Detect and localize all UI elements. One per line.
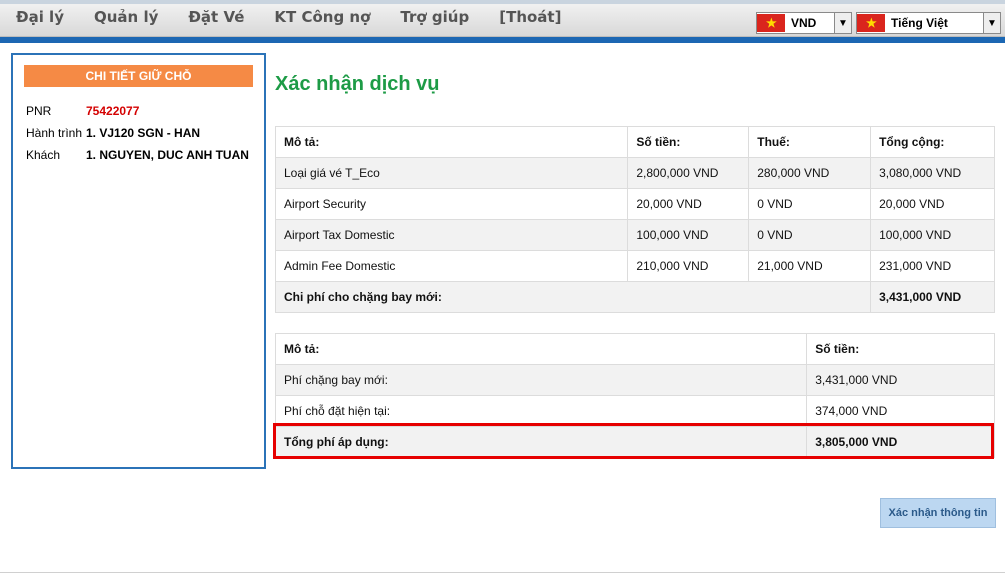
cell-description: Loại giá vé T_Eco — [274, 157, 629, 189]
table-header-row: Mô tả: Số tiền: — [274, 333, 995, 365]
pnr-label: PNR — [26, 104, 52, 118]
nav-logout[interactable]: [Thoát] — [499, 8, 561, 26]
language-value: Tiếng Việt — [891, 16, 948, 30]
cell-amount: 374,000 VND — [806, 395, 995, 427]
table-row: Airport Tax Domestic 100,000 VND 0 VND 1… — [274, 219, 995, 251]
top-menu-bar: Đại lý Quản lý Đặt Vé KT Công nợ Trợ giú… — [0, 0, 1005, 37]
cell-description: Airport Tax Domestic — [274, 219, 629, 251]
table-row: Phí chỗ đặt hiện tại: 374,000 VND — [274, 395, 995, 427]
header-accent-bar — [0, 37, 1005, 43]
header-description: Mô tả: — [274, 126, 629, 158]
cell-amount: 100,000 VND — [627, 219, 750, 251]
cell-tax: 280,000 VND — [748, 157, 872, 189]
cell-description: Airport Security — [274, 188, 629, 220]
nav-agent[interactable]: Đại lý — [16, 8, 64, 26]
vietnam-flag-icon — [757, 14, 785, 32]
route-row: Hành trình 1. VJ120 SGN - HAN — [26, 126, 200, 140]
cell-amount: 2,800,000 VND — [627, 157, 750, 189]
booking-detail-heading: CHI TIẾT GIỮ CHỖ — [24, 65, 253, 87]
passenger-value: 1. NGUYEN, DUC ANH TUAN — [86, 148, 249, 162]
booking-detail-panel: CHI TIẾT GIỮ CHỖ PNR 75422077 Hành trình… — [11, 53, 266, 469]
passenger-row: Khách 1. NGUYEN, DUC ANH TUAN — [26, 148, 249, 162]
table-header-row: Mô tả: Số tiền: Thuế: Tổng cộng: — [274, 126, 995, 158]
chevron-down-icon[interactable]: ▼ — [983, 13, 1000, 33]
cell-amount: 210,000 VND — [627, 250, 750, 282]
route-label: Hành trình — [26, 126, 83, 140]
new-segment-total-row: Chi phí cho chặng bay mới: 3,431,000 VND — [274, 281, 995, 313]
main-nav: Đại lý Quản lý Đặt Vé KT Công nợ Trợ giú… — [0, 8, 575, 26]
cell-tax: 21,000 VND — [748, 250, 872, 282]
passenger-label: Khách — [26, 148, 61, 162]
cell-total: 231,000 VND — [870, 250, 995, 282]
currency-select[interactable]: VND ▼ — [756, 12, 852, 34]
cell-total: 3,080,000 VND — [870, 157, 995, 189]
route-value: 1. VJ120 SGN - HAN — [86, 126, 201, 140]
header-amount: Số tiền: — [806, 333, 995, 365]
page-title: Xác nhận dịch vụ — [275, 73, 440, 95]
vietnam-flag-icon — [857, 14, 885, 32]
top-stripe — [0, 0, 1005, 4]
language-select[interactable]: Tiếng Việt ▼ — [856, 12, 1001, 34]
fare-breakdown-table: Mô tả: Số tiền: Thuế: Tổng cộng: Loại gi… — [274, 126, 995, 313]
cell-tax: 0 VND — [748, 219, 872, 251]
nav-booking[interactable]: Đặt Vé — [188, 8, 244, 26]
header-description: Mô tả: — [274, 333, 808, 365]
chevron-down-icon[interactable]: ▼ — [834, 13, 851, 33]
header-tax: Thuế: — [748, 126, 872, 158]
new-segment-total-label: Chi phí cho chặng bay mới: — [274, 281, 872, 313]
cell-total: 100,000 VND — [870, 219, 995, 251]
footer-divider — [0, 572, 1005, 573]
confirm-button[interactable]: Xác nhận thông tin — [880, 498, 996, 528]
nav-manage[interactable]: Quản lý — [94, 8, 158, 26]
cell-amount: 3,431,000 VND — [806, 364, 995, 396]
pnr-row: PNR 75422077 — [26, 104, 139, 118]
cell-tax: 0 VND — [748, 188, 872, 220]
new-segment-total-value: 3,431,000 VND — [870, 281, 995, 313]
header-total: Tổng cộng: — [870, 126, 995, 158]
table-row: Admin Fee Domestic 210,000 VND 21,000 VN… — [274, 250, 995, 282]
total-highlight-box — [273, 423, 994, 459]
cell-description: Phí chặng bay mới: — [274, 364, 808, 396]
header-amount: Số tiền: — [627, 126, 750, 158]
cell-description: Phí chỗ đặt hiện tại: — [274, 395, 808, 427]
cell-amount: 20,000 VND — [627, 188, 750, 220]
pnr-value: 75422077 — [86, 104, 140, 118]
currency-value: VND — [791, 16, 817, 30]
cell-total: 20,000 VND — [870, 188, 995, 220]
table-row: Airport Security 20,000 VND 0 VND 20,000… — [274, 188, 995, 220]
table-row: Loại giá vé T_Eco 2,800,000 VND 280,000 … — [274, 157, 995, 189]
nav-help[interactable]: Trợ giúp — [400, 8, 469, 26]
cell-description: Admin Fee Domestic — [274, 250, 629, 282]
table-row: Phí chặng bay mới: 3,431,000 VND — [274, 364, 995, 396]
nav-accounting[interactable]: KT Công nợ — [274, 8, 370, 26]
